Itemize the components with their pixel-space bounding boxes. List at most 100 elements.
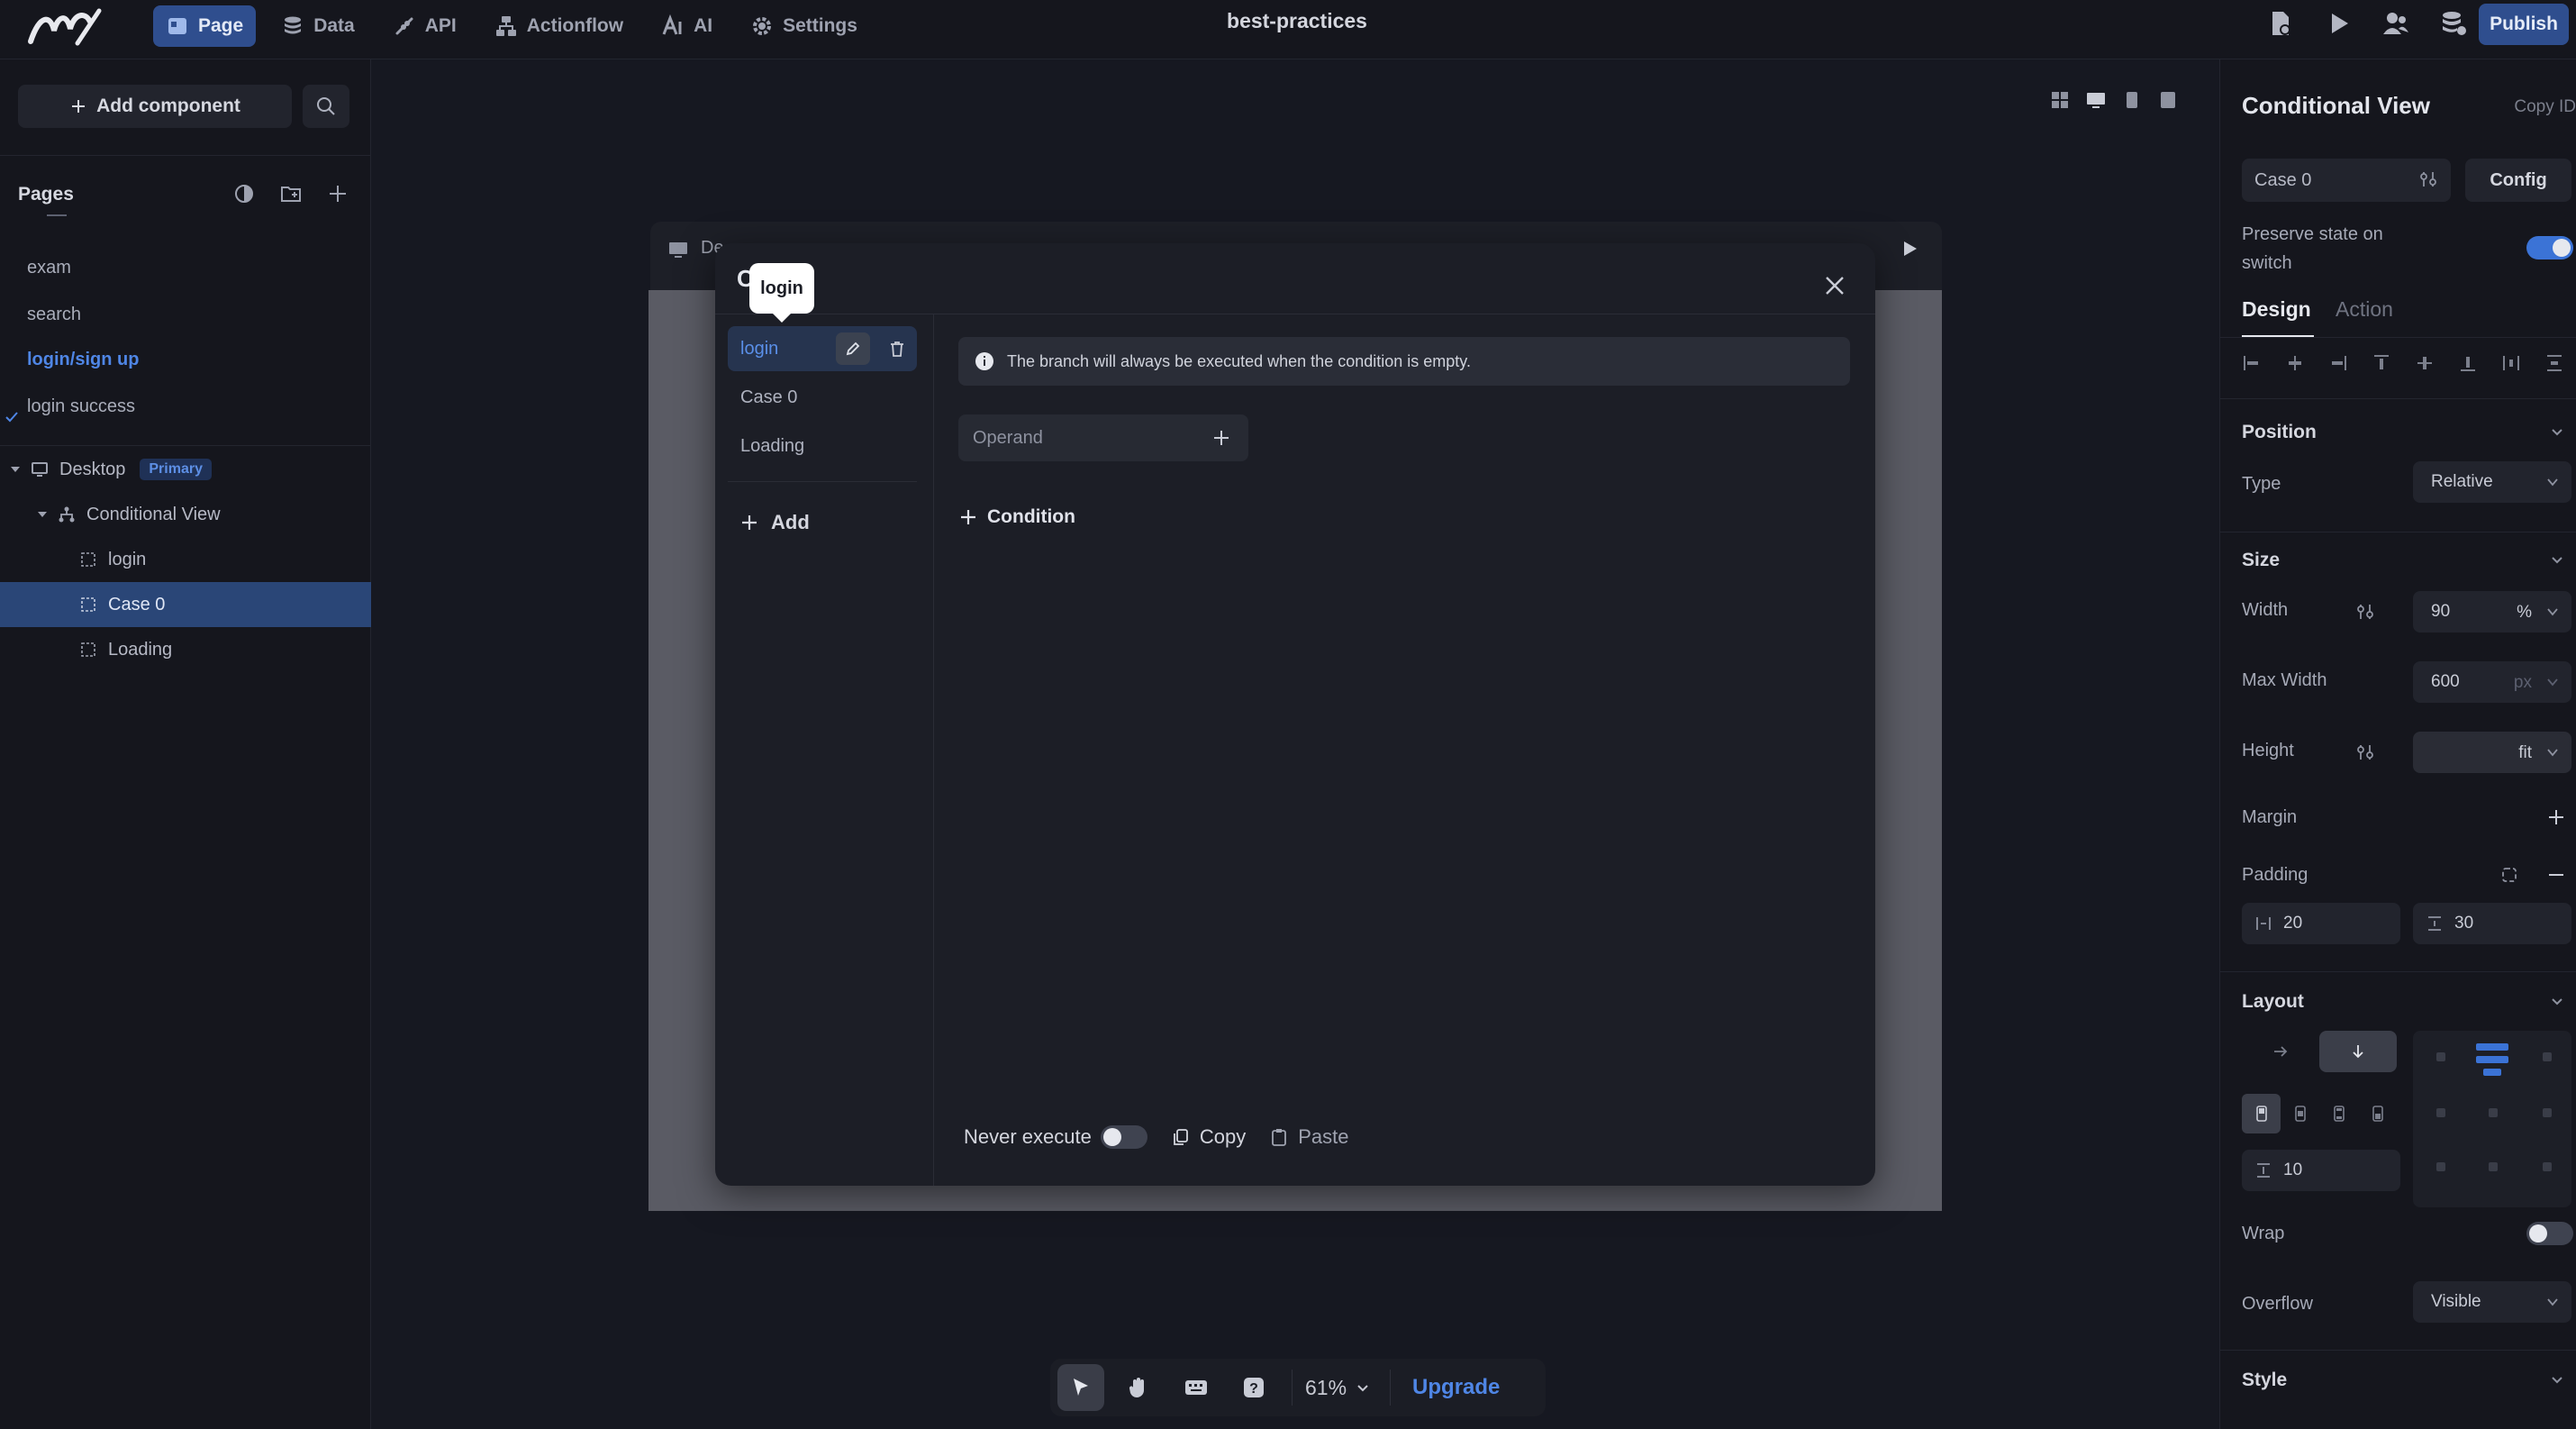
nav-page[interactable]: Page xyxy=(153,5,257,47)
case-item-case-0[interactable]: Case 0 xyxy=(728,375,917,420)
close-icon[interactable] xyxy=(1821,272,1848,299)
justify-center-button[interactable] xyxy=(2281,1094,2319,1133)
help-button[interactable]: ? xyxy=(1230,1364,1277,1411)
chevron-down-icon[interactable] xyxy=(2549,551,2565,568)
case-select[interactable]: Case 0 xyxy=(2242,159,2451,202)
chevron-down-icon[interactable] xyxy=(2549,1371,2565,1388)
max-width-unit[interactable]: px xyxy=(2514,673,2532,693)
align-left-icon[interactable] xyxy=(2242,353,2262,373)
page-item-login-signup[interactable]: login/sign up xyxy=(27,350,139,370)
paste-button[interactable]: Paste xyxy=(1269,1125,1348,1149)
variable-binding-icon[interactable] xyxy=(2418,169,2438,189)
grid-dot[interactable] xyxy=(2436,1052,2445,1061)
overflow-select[interactable]: Visible xyxy=(2413,1281,2571,1323)
distribute-vertical-icon[interactable] xyxy=(2544,353,2564,373)
gap-input[interactable]: 10 xyxy=(2242,1150,2400,1191)
grid-dot[interactable] xyxy=(2543,1162,2552,1171)
grid-view-icon[interactable] xyxy=(2050,90,2070,110)
search-button[interactable] xyxy=(303,85,349,128)
nav-settings[interactable]: Settings xyxy=(738,5,870,47)
justify-end-button[interactable] xyxy=(2358,1094,2397,1133)
add-condition-button[interactable]: Condition xyxy=(958,501,1075,533)
desktop-view-icon[interactable] xyxy=(2086,90,2106,110)
operand-input[interactable]: Operand xyxy=(958,414,1248,461)
hand-tool[interactable] xyxy=(1115,1364,1162,1411)
tab-action[interactable]: Action xyxy=(2336,297,2393,322)
case-item-login[interactable]: login xyxy=(728,326,917,371)
direction-row-button[interactable] xyxy=(2242,1031,2319,1072)
tab-design[interactable]: Design xyxy=(2242,297,2311,322)
page-item-exam[interactable]: exam xyxy=(27,258,71,278)
tree-item-conditional-view[interactable]: Conditional View xyxy=(0,492,371,537)
height-input[interactable]: fit xyxy=(2413,732,2571,773)
align-center-horizontal-icon[interactable] xyxy=(2285,353,2305,373)
remove-padding-icon[interactable] xyxy=(2546,865,2566,885)
add-component-button[interactable]: Add component xyxy=(18,85,292,128)
nav-api[interactable]: API xyxy=(380,5,469,47)
justify-start-button[interactable] xyxy=(2242,1094,2281,1133)
page-item-search[interactable]: search xyxy=(27,305,81,325)
config-button[interactable]: Config xyxy=(2465,159,2571,202)
add-margin-icon[interactable] xyxy=(2546,807,2566,827)
variable-binding-icon[interactable] xyxy=(2355,742,2375,762)
grid-dot[interactable] xyxy=(2436,1108,2445,1117)
delete-case-button[interactable] xyxy=(881,332,913,365)
position-type-select[interactable]: Relative xyxy=(2413,461,2571,503)
play-icon[interactable] xyxy=(2324,9,2353,38)
tree-item-login[interactable]: login xyxy=(0,537,371,582)
distribute-horizontal-icon[interactable] xyxy=(2501,353,2521,373)
tablet-view-icon[interactable] xyxy=(2122,90,2142,110)
document-settings-icon[interactable] xyxy=(2266,9,2295,38)
add-page-icon[interactable] xyxy=(326,182,349,205)
app-logo[interactable] xyxy=(27,5,104,50)
preserve-state-toggle[interactable] xyxy=(2526,236,2573,259)
copy-button[interactable]: Copy xyxy=(1171,1125,1246,1149)
justify-between-button[interactable] xyxy=(2319,1094,2358,1133)
keyboard-shortcuts[interactable] xyxy=(1173,1364,1220,1411)
add-folder-icon[interactable] xyxy=(279,182,303,205)
grid-selected-cell[interactable] xyxy=(2476,1043,2508,1083)
chevron-down-icon[interactable] xyxy=(2549,423,2565,440)
grid-dot[interactable] xyxy=(2489,1162,2498,1171)
align-center-vertical-icon[interactable] xyxy=(2415,353,2435,373)
padding-vertical-input[interactable]: 30 xyxy=(2413,903,2571,944)
nav-data[interactable]: Data xyxy=(268,5,367,47)
users-icon[interactable] xyxy=(2381,9,2410,38)
tree-item-loading[interactable]: Loading xyxy=(0,627,371,672)
variable-binding-icon[interactable] xyxy=(2355,602,2375,622)
publish-button[interactable]: Publish xyxy=(2479,4,2569,45)
add-case-button[interactable]: Add xyxy=(739,505,810,541)
nav-ai[interactable]: AI xyxy=(649,5,725,47)
max-width-input[interactable]: 600 px xyxy=(2413,661,2571,703)
page-item-login-success[interactable]: login success xyxy=(27,396,135,417)
plus-icon[interactable] xyxy=(1211,427,1232,449)
select-tool[interactable] xyxy=(1057,1364,1104,1411)
grid-dot[interactable] xyxy=(2436,1162,2445,1171)
case-item-loading[interactable]: Loading xyxy=(728,423,917,469)
align-bottom-icon[interactable] xyxy=(2458,353,2478,373)
align-right-icon[interactable] xyxy=(2328,353,2348,373)
nav-actionflow[interactable]: Actionflow xyxy=(482,5,636,47)
width-unit[interactable]: % xyxy=(2517,603,2532,623)
mobile-view-icon[interactable] xyxy=(2158,90,2178,110)
never-execute-toggle[interactable] xyxy=(1100,1125,1147,1149)
edit-case-button[interactable] xyxy=(836,332,870,365)
database-settings-icon[interactable] xyxy=(2439,9,2468,38)
grid-dot[interactable] xyxy=(2543,1108,2552,1117)
tree-item-desktop[interactable]: Desktop Primary xyxy=(0,447,371,492)
align-top-icon[interactable] xyxy=(2372,353,2391,373)
theme-toggle-icon[interactable] xyxy=(232,182,256,205)
grid-dot[interactable] xyxy=(2489,1108,2498,1117)
upgrade-link[interactable]: Upgrade xyxy=(1412,1375,1500,1400)
padding-per-side-icon[interactable] xyxy=(2499,865,2519,885)
width-input[interactable]: 90 % xyxy=(2413,591,2571,633)
preview-play-icon[interactable] xyxy=(1899,238,1920,259)
padding-horizontal-input[interactable]: 20 xyxy=(2242,903,2400,944)
height-value[interactable]: fit xyxy=(2518,743,2532,763)
grid-dot[interactable] xyxy=(2543,1052,2552,1061)
alignment-grid[interactable] xyxy=(2413,1031,2571,1207)
direction-column-button[interactable] xyxy=(2319,1031,2397,1072)
tree-item-case-0[interactable]: Case 0 xyxy=(0,582,371,627)
copy-id-button[interactable]: Copy ID xyxy=(2514,97,2576,117)
chevron-down-icon[interactable] xyxy=(2549,993,2565,1009)
